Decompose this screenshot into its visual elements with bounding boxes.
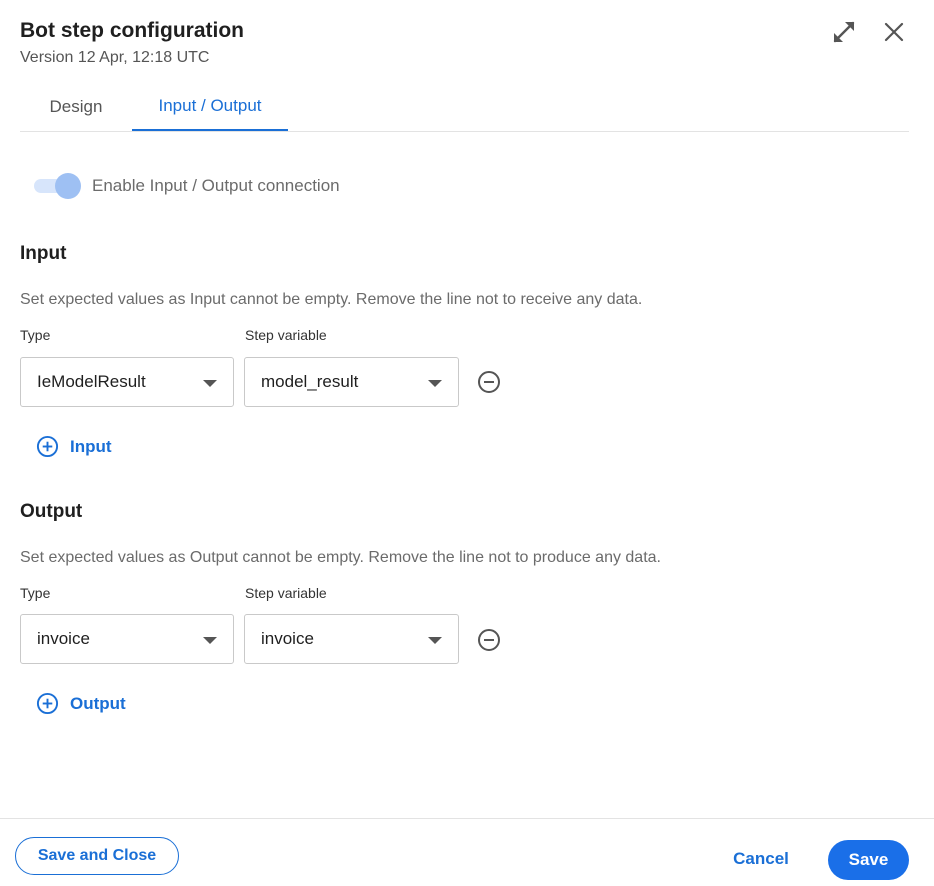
close-button[interactable] — [878, 16, 910, 48]
output-section-title: Output — [20, 501, 83, 522]
minus-circle-icon — [478, 371, 500, 393]
chevron-down-icon — [428, 380, 442, 387]
tab-design[interactable]: Design — [20, 82, 132, 131]
minus-circle-icon — [478, 629, 500, 651]
tab-input-output[interactable]: Input / Output — [132, 82, 288, 131]
plus-circle-icon — [36, 692, 59, 715]
input-type-select[interactable]: IeModelResult — [20, 357, 234, 407]
input-type-value: IeModelResult — [37, 372, 146, 391]
add-input-button[interactable]: Input — [36, 435, 112, 458]
remove-output-row-button[interactable] — [476, 627, 502, 653]
footer-bar: Save and Close Cancel Save — [0, 818, 934, 886]
cancel-button[interactable]: Cancel — [716, 840, 806, 878]
output-variable-label: Step variable — [245, 585, 327, 601]
remove-input-row-button[interactable] — [476, 369, 502, 395]
input-variable-select[interactable]: model_result — [244, 357, 459, 407]
panel-title: Bot step configuration — [20, 19, 244, 42]
add-output-button[interactable]: Output — [36, 692, 126, 715]
add-input-label: Input — [70, 436, 112, 456]
output-section-description: Set expected values as Output cannot be … — [20, 549, 661, 566]
bot-step-configuration-panel: Bot step configuration Version 12 Apr, 1… — [0, 0, 934, 886]
version-label: Version 12 Apr, 12:18 UTC — [20, 49, 210, 66]
input-variable-value: model_result — [261, 372, 359, 391]
input-section-description: Set expected values as Input cannot be e… — [20, 291, 643, 308]
save-and-close-button[interactable]: Save and Close — [15, 837, 179, 875]
output-type-select[interactable]: invoice — [20, 614, 234, 664]
tab-bar: Design Input / Output — [20, 82, 909, 132]
input-type-label: Type — [20, 327, 51, 343]
add-output-label: Output — [70, 693, 126, 713]
io-connection-toggle-row[interactable]: Enable Input / Output connection — [34, 172, 340, 200]
output-type-value: invoice — [37, 629, 90, 648]
input-variable-label: Step variable — [245, 327, 327, 343]
output-variable-value: invoice — [261, 629, 314, 648]
expand-button[interactable] — [828, 16, 860, 48]
io-connection-toggle[interactable] — [34, 172, 82, 200]
input-section-title: Input — [20, 243, 67, 264]
toggle-thumb — [55, 173, 81, 199]
save-button[interactable]: Save — [828, 840, 909, 880]
output-type-label: Type — [20, 585, 51, 601]
chevron-down-icon — [203, 380, 217, 387]
expand-icon — [833, 21, 855, 43]
toggle-label: Enable Input / Output connection — [92, 176, 340, 195]
plus-circle-icon — [36, 435, 59, 458]
close-icon — [884, 22, 904, 42]
output-variable-select[interactable]: invoice — [244, 614, 459, 664]
chevron-down-icon — [203, 637, 217, 644]
chevron-down-icon — [428, 637, 442, 644]
